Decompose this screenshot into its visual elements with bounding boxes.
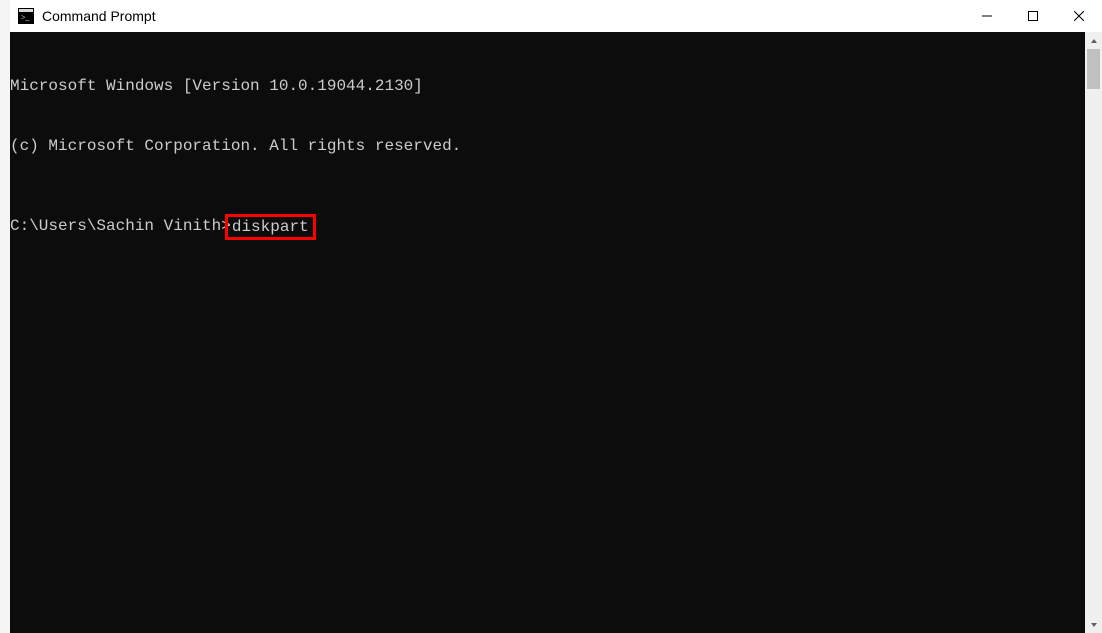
banner-line-2: (c) Microsoft Corporation. All rights re…	[10, 136, 1085, 156]
banner-line-1: Microsoft Windows [Version 10.0.19044.21…	[10, 76, 1085, 96]
client-area: Microsoft Windows [Version 10.0.19044.21…	[10, 32, 1102, 633]
cmd-icon: >_	[18, 8, 34, 24]
page-edge-strip	[0, 0, 10, 633]
close-button[interactable]	[1056, 0, 1102, 32]
command-highlight-box: diskpart	[225, 214, 316, 240]
window-controls	[964, 0, 1102, 32]
scroll-up-arrow-icon[interactable]	[1085, 32, 1102, 49]
prompt-text: C:\Users\Sachin Vinith>	[10, 216, 231, 236]
command-prompt-window: >_ Command Prompt Microsoft Windows [Ver…	[10, 0, 1102, 633]
window-title: Command Prompt	[42, 8, 156, 24]
terminal-output[interactable]: Microsoft Windows [Version 10.0.19044.21…	[10, 32, 1085, 633]
svg-text:>_: >_	[21, 13, 31, 22]
titlebar[interactable]: >_ Command Prompt	[10, 0, 1102, 32]
prompt-line: C:\Users\Sachin Vinith> diskpart	[10, 216, 1085, 236]
typed-command: diskpart	[232, 217, 309, 237]
maximize-button[interactable]	[1010, 0, 1056, 32]
minimize-button[interactable]	[964, 0, 1010, 32]
scroll-down-arrow-icon[interactable]	[1085, 616, 1102, 633]
vertical-scrollbar[interactable]	[1085, 32, 1102, 633]
scroll-thumb[interactable]	[1087, 49, 1100, 89]
